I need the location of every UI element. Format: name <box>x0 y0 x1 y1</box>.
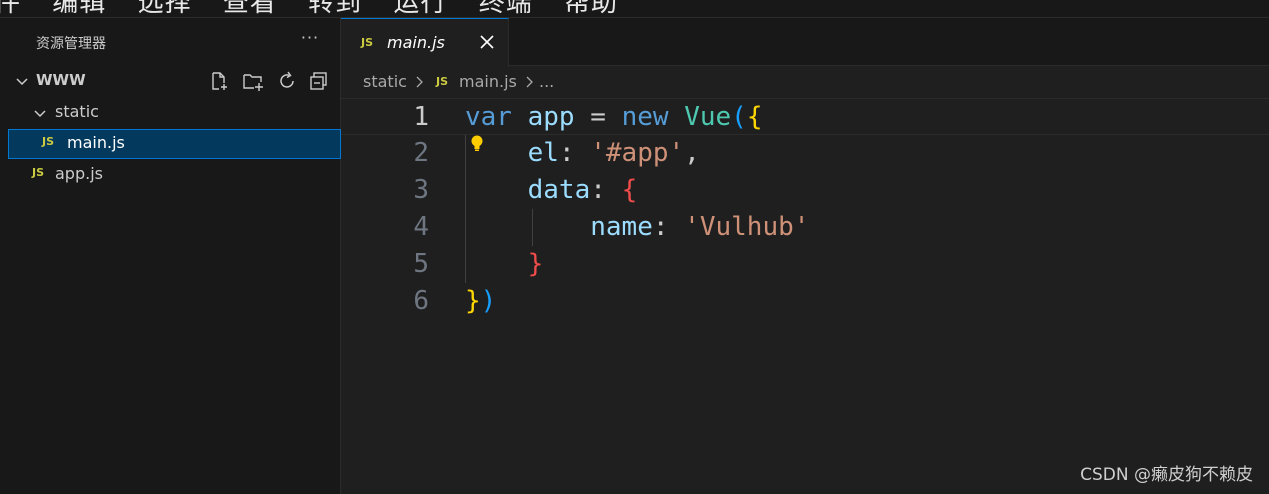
tab-main-js[interactable]: JS main.js <box>341 18 509 67</box>
code-token: : <box>652 212 685 242</box>
js-file-icon: JS <box>436 75 449 88</box>
line-number: 6 <box>413 286 429 316</box>
menu-terminal[interactable]: 终端 <box>479 0 533 17</box>
code-token: } <box>527 249 544 279</box>
code-token: : <box>558 138 591 168</box>
code-line[interactable]: 5 } <box>341 246 1269 283</box>
menu-go[interactable]: 转到 <box>308 0 362 17</box>
line-source: var app = new Vue({ <box>465 102 762 132</box>
code-token: ) <box>480 286 497 316</box>
breadcrumb-symbol[interactable]: ... <box>539 72 554 91</box>
code-line[interactable]: 4 name: 'Vulhub' <box>341 209 1269 246</box>
code-token: , <box>684 138 700 168</box>
tree-item-label: app.js <box>55 164 103 183</box>
code-token: { <box>746 102 763 132</box>
tree-file-main-js[interactable]: JS main.js <box>8 129 341 159</box>
chevron-down-icon <box>34 110 46 118</box>
line-source: el: '#app', <box>465 138 700 168</box>
code-line[interactable]: 3 data: { <box>341 172 1269 209</box>
code-token: el <box>527 138 559 168</box>
chevron-down-icon <box>16 78 28 86</box>
tree-file-app-js[interactable]: JS app.js <box>8 160 341 190</box>
code-editor[interactable]: 1 var app = new Vue({2 el: '#app', 3 data:… <box>341 98 1269 494</box>
menu-selection[interactable]: 选择 <box>138 0 192 17</box>
code-line[interactable]: 1 var app = new Vue({ <box>341 98 1269 135</box>
line-number: 4 <box>413 212 429 242</box>
line-number: 3 <box>413 175 429 205</box>
code-token: ( <box>731 102 747 132</box>
lightbulb-icon[interactable] <box>469 134 485 154</box>
explorer-sidebar: 资源管理器 ··· WWW static JS main.js JS app.j… <box>8 18 341 494</box>
root-folder-label: WWW <box>36 71 86 89</box>
tab-bar: JS main.js <box>341 18 1269 67</box>
menu-edit[interactable]: 编辑 <box>52 0 106 17</box>
code-token: } <box>465 286 481 316</box>
menubar: 件 编辑 选择 查看 转到 运行 终端 帮助 <box>0 0 1269 18</box>
sidebar-title: 资源管理器 <box>36 36 106 52</box>
breadcrumb: static JS main.js ... <box>341 67 1269 97</box>
line-source: name: 'Vulhub' <box>465 212 809 242</box>
code-line[interactable]: 6}) <box>341 283 1269 320</box>
line-source: }) <box>465 286 496 316</box>
code-token: name <box>590 212 653 242</box>
watermark: CSDN @癞皮狗不赖皮 <box>1080 465 1253 485</box>
code-token: '#app' <box>590 138 685 168</box>
activity-bar <box>0 18 8 494</box>
more-actions-icon[interactable]: ··· <box>298 28 322 52</box>
tree-folder-static[interactable]: static <box>8 98 341 128</box>
js-file-icon: JS <box>42 135 55 148</box>
breadcrumb-folder[interactable]: static <box>363 72 407 91</box>
menu-run[interactable]: 运行 <box>393 0 447 17</box>
line-source: data: { <box>465 175 638 205</box>
tree-item-label: main.js <box>67 133 125 152</box>
menu-file[interactable]: 件 <box>0 0 21 17</box>
chevron-right-icon <box>416 76 423 88</box>
editor-area: JS main.js static JS main.js ... 1 var ap… <box>341 18 1269 494</box>
code-token: new <box>621 102 669 132</box>
line-number: 2 <box>413 138 429 168</box>
refresh-icon[interactable] <box>276 70 298 92</box>
menu-view[interactable]: 查看 <box>223 0 277 17</box>
line-number: 5 <box>413 249 429 279</box>
code-token: : <box>590 175 622 205</box>
line-source: } <box>465 249 544 279</box>
close-icon[interactable] <box>477 32 497 52</box>
code-token: var <box>465 102 512 132</box>
tree-item-label: static <box>55 102 99 121</box>
chevron-right-icon <box>526 76 533 88</box>
code-token: 'Vulhub' <box>684 212 810 242</box>
tab-label: main.js <box>387 33 445 52</box>
code-token: Vue <box>684 102 732 132</box>
code-token: { <box>621 175 638 205</box>
code-token: = <box>574 102 622 132</box>
collapse-all-icon[interactable] <box>308 70 330 92</box>
js-file-icon: JS <box>32 166 45 179</box>
sidebar-header: 资源管理器 ··· <box>8 18 341 64</box>
tree-root-folder[interactable]: WWW <box>8 66 341 96</box>
folder-actions <box>208 66 338 96</box>
js-file-icon: JS <box>361 36 374 49</box>
line-number: 1 <box>413 102 429 132</box>
menu-items: 件 编辑 选择 查看 转到 运行 终端 帮助 <box>0 0 640 17</box>
code-token: app <box>527 102 575 132</box>
breadcrumb-file[interactable]: main.js <box>459 72 517 91</box>
code-token: data <box>527 175 591 205</box>
new-file-icon[interactable] <box>208 70 230 92</box>
new-folder-icon[interactable] <box>242 70 264 92</box>
menu-help[interactable]: 帮助 <box>564 0 618 17</box>
